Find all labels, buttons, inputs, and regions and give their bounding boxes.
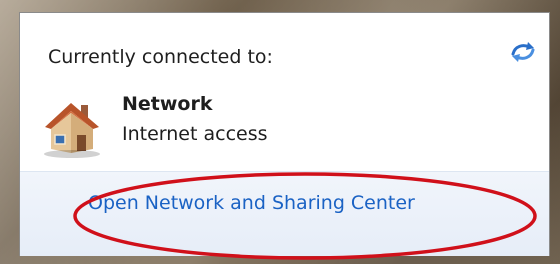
house-icon [44, 103, 100, 158]
refresh-icon[interactable] [509, 38, 537, 64]
connected-header: Currently connected to: [48, 46, 273, 68]
network-flyout: Currently connected to: Network Internet… [19, 12, 550, 256]
network-status: Internet access [122, 123, 268, 145]
open-network-sharing-center-link[interactable]: Open Network and Sharing Center [88, 192, 415, 214]
network-name[interactable]: Network [122, 93, 212, 115]
